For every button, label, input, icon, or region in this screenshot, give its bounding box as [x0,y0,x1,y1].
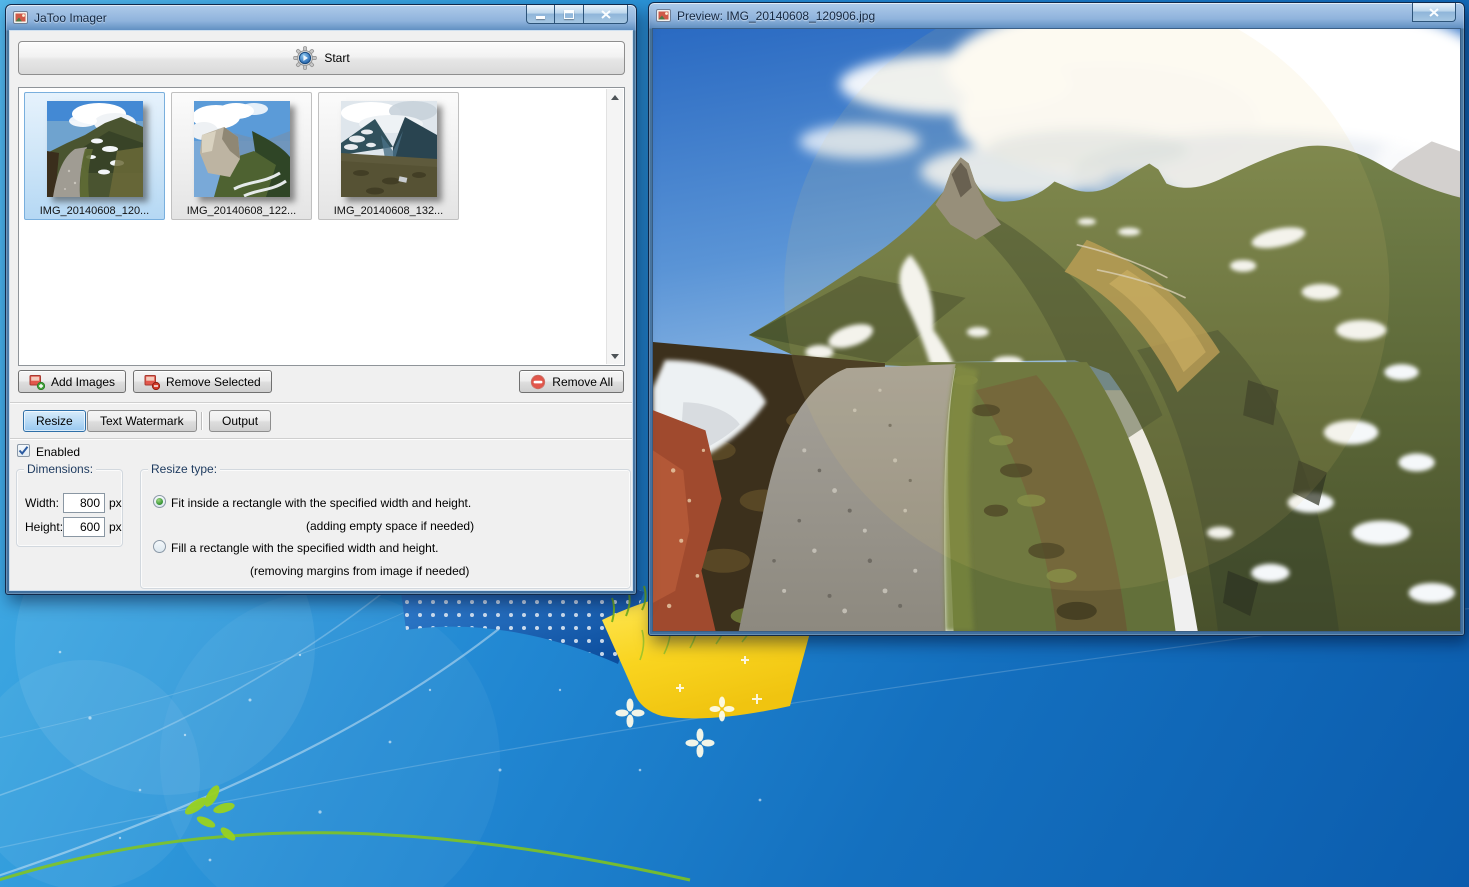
dimensions-group: Dimensions: Width: px Height: px [16,469,123,547]
tab-output-label: Output [222,414,258,428]
thumbnail-image [194,101,290,197]
height-unit: px [109,520,122,534]
remove-selected-button[interactable]: Remove Selected [133,370,272,393]
height-label: Height: [25,520,63,534]
checkmark-icon [18,445,29,456]
scroll-down-button[interactable] [607,348,623,364]
fit-rectangle-note: (adding empty space if needed) [306,519,474,533]
scroll-up-button[interactable] [607,89,623,105]
thumbnail-image [47,101,143,197]
height-field[interactable] [63,517,105,537]
resize-type-group: Resize type: Fit inside a rectangle with… [140,469,631,589]
image-minus-icon [144,374,160,390]
tab-separator [201,412,203,430]
add-images-label: Add Images [51,375,115,389]
triangle-down-icon [611,354,619,359]
thumbnail-image [341,101,437,197]
maximize-icon [564,10,574,19]
main-window: JaToo Imager [5,4,637,595]
width-unit: px [109,496,122,510]
thumbnail-label: IMG_20140608_120... [40,205,149,217]
radio-dot-icon [156,498,163,505]
divider [10,438,632,440]
triangle-up-icon [611,95,619,100]
preview-window: Preview: IMG_20140608_120906.jpg [648,2,1465,636]
add-images-button[interactable]: Add Images [18,370,126,393]
preview-image [653,29,1460,631]
image-plus-icon [29,374,45,390]
fill-rectangle-radio[interactable] [153,540,166,553]
maximize-button[interactable] [555,5,584,24]
preview-titlebar[interactable]: Preview: IMG_20140608_120906.jpg [652,3,1461,28]
start-button[interactable]: Start [18,41,625,75]
image-list[interactable]: IMG_20140608_120... [18,87,625,366]
resize-type-legend: Resize type: [148,462,220,476]
fit-rectangle-label: Fit inside a rectangle with the specifie… [171,496,471,510]
remove-selected-label: Remove Selected [166,375,261,389]
close-icon [601,10,611,19]
preview-window-title: Preview: IMG_20140608_120906.jpg [677,9,875,23]
divider [10,402,632,404]
tab-resize-label: Resize [36,414,73,428]
fill-rectangle-note: (removing margins from image if needed) [250,564,469,578]
thumbnail-item[interactable]: IMG_20140608_132... [318,92,459,220]
width-label: Width: [25,496,59,510]
enabled-label: Enabled [36,445,80,459]
fit-rectangle-radio[interactable] [153,495,166,508]
preview-app-icon [656,8,671,23]
gear-play-icon [293,46,317,70]
tab-output[interactable]: Output [209,410,271,432]
minimize-button[interactable] [526,5,555,24]
desktop: Preview: IMG_20140608_120906.jpg [0,0,1469,887]
thumbnail-label: IMG_20140608_132... [334,205,443,217]
no-entry-icon [530,374,546,390]
thumbnail-item[interactable]: IMG_20140608_122... [171,92,312,220]
list-scrollbar[interactable] [606,89,623,364]
minimize-icon [536,16,545,19]
close-icon [1429,8,1439,17]
enabled-checkbox[interactable] [17,444,30,457]
tab-text-watermark[interactable]: Text Watermark [87,410,197,432]
remove-all-button[interactable]: Remove All [519,370,624,393]
fill-rectangle-label: Fill a rectangle with the specified widt… [171,541,439,555]
tab-resize[interactable]: Resize [23,410,86,432]
dimensions-legend: Dimensions: [24,462,96,476]
thumbnail-label: IMG_20140608_122... [187,205,296,217]
remove-all-label: Remove All [552,375,613,389]
preview-close-button[interactable] [1412,3,1456,22]
app-icon [13,10,28,25]
thumbnail-item[interactable]: IMG_20140608_120... [24,92,165,220]
main-window-title: JaToo Imager [34,11,107,25]
close-button[interactable] [584,5,628,24]
width-field[interactable] [63,493,105,513]
start-label: Start [324,51,349,65]
tab-text-watermark-label: Text Watermark [100,414,184,428]
